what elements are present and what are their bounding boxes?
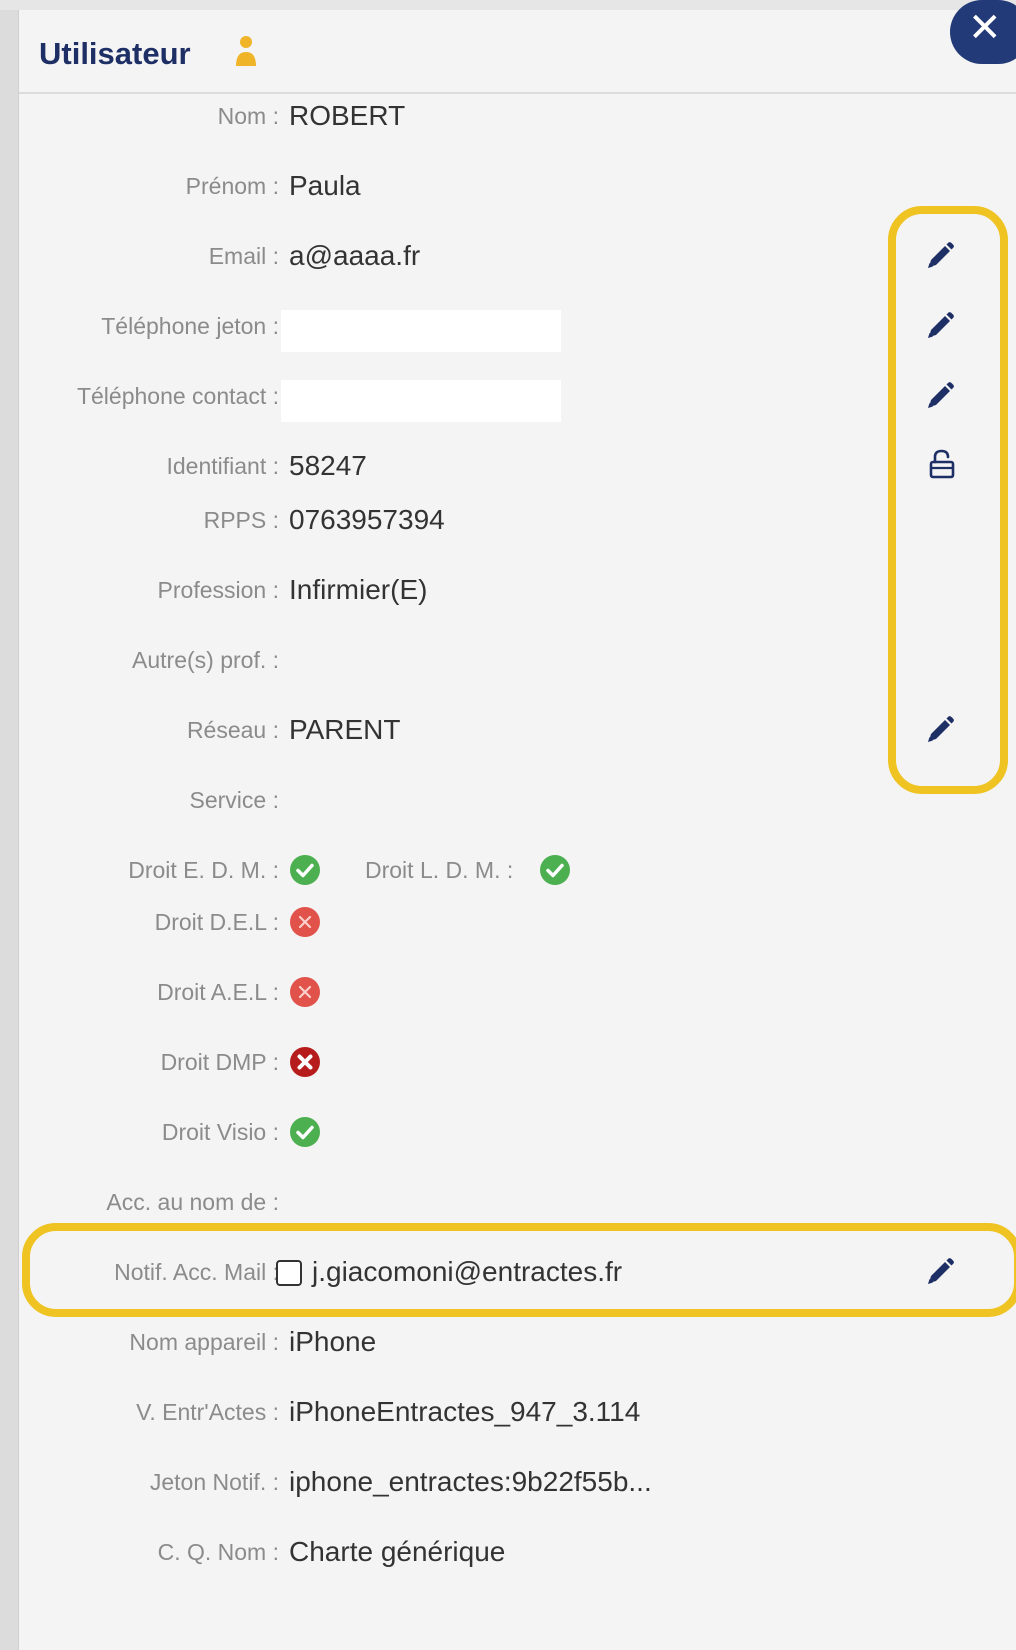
nom-appareil-value: iPhone (289, 1326, 377, 1357)
acc-nom-label: Acc. au nom de : (106, 1189, 279, 1215)
droit-ldm-label: Droit L. D. M. : (365, 857, 514, 883)
row-cq-nom: C. Q. Nom : Charte générique (19, 1532, 1016, 1572)
cross-icon (290, 1047, 320, 1077)
v-entractes-label: V. Entr'Actes : (136, 1399, 279, 1425)
prenom-value: Paula (289, 170, 361, 201)
row-identifiant: Identifiant : 58247 (19, 446, 1016, 486)
row-autres-prof: Autre(s) prof. : (19, 640, 1016, 680)
edit-email-pencil-icon[interactable] (924, 240, 956, 272)
rpps-label: RPPS : (203, 507, 279, 533)
edit-tel-jeton-pencil-icon[interactable] (924, 310, 956, 342)
reseau-value: PARENT (289, 714, 401, 745)
edit-reseau-pencil-icon[interactable] (924, 714, 956, 746)
droit-visio-label: Droit Visio : (161, 1119, 279, 1145)
droit-dmp-label: Droit DMP : (160, 1049, 279, 1075)
row-jeton-notif: Jeton Notif. : iphone_entractes:9b22f55b… (19, 1462, 1016, 1502)
row-tel-jeton: Téléphone jeton : (19, 306, 1016, 352)
nom-appareil-label: Nom appareil : (129, 1329, 279, 1355)
row-reseau: Réseau : PARENT (19, 710, 1016, 750)
tel-jeton-value (281, 310, 561, 352)
panel-title: Utilisateur (39, 36, 191, 71)
user-panel: Utilisateur Nom : ROBERT Prénom : Paula … (18, 10, 1016, 1650)
cross-icon (290, 907, 320, 937)
row-v-entractes: V. Entr'Actes : iPhoneEntractes_947_3.11… (19, 1392, 1016, 1432)
nom-label: Nom : (217, 103, 279, 129)
droit-edm-label: Droit E. D. M. : (128, 857, 279, 883)
cq-nom-value: Charte générique (289, 1536, 506, 1567)
row-nom: Nom : ROBERT (19, 96, 1016, 136)
row-email: Email : a@aaaa.fr (19, 236, 1016, 276)
row-prenom: Prénom : Paula (19, 166, 1016, 206)
row-droit-dmp: Droit DMP : (19, 1042, 1016, 1082)
highlight-notif-mail (22, 1223, 1016, 1317)
edit-tel-contact-pencil-icon[interactable] (924, 380, 956, 412)
identifiant-value: 58247 (289, 450, 367, 481)
row-tel-contact: Téléphone contact : (19, 376, 1016, 422)
unlock-icon[interactable] (926, 448, 958, 480)
profession-value: Infirmier(E) (289, 574, 428, 605)
check-icon (540, 855, 570, 885)
droit-ael-label: Droit A.E.L : (157, 979, 279, 1005)
reseau-label: Réseau : (186, 717, 279, 743)
cross-icon (290, 977, 320, 1007)
jeton-notif-value: iphone_entractes:9b22f55b... (289, 1466, 652, 1497)
row-acc-nom: Acc. au nom de : (19, 1182, 1016, 1222)
prenom-label: Prénom : (185, 173, 279, 199)
panel-header: Utilisateur (19, 10, 1016, 94)
top-strip (0, 0, 1016, 10)
v-entractes-value: iPhoneEntractes_947_3.114 (289, 1396, 641, 1427)
cq-nom-label: C. Q. Nom : (157, 1539, 279, 1565)
row-droit-visio: Droit Visio : (19, 1112, 1016, 1152)
row-rpps: RPPS : 0763957394 (19, 500, 1016, 540)
tel-contact-label: Téléphone contact : (76, 383, 279, 409)
check-icon (290, 1117, 320, 1147)
edit-notif-mail-pencil-icon[interactable] (924, 1256, 956, 1288)
autres-prof-label: Autre(s) prof. : (132, 647, 279, 673)
email-value: a@aaaa.fr (289, 240, 421, 271)
row-profession: Profession : Infirmier(E) (19, 570, 1016, 610)
rpps-value: 0763957394 (289, 504, 445, 535)
highlight-edit-actions (888, 206, 1008, 794)
check-icon (290, 855, 320, 885)
droit-del-label: Droit D.E.L : (154, 909, 279, 935)
email-label: Email : (208, 243, 279, 269)
row-droit-ael: Droit A.E.L : (19, 972, 1016, 1012)
nom-value: ROBERT (289, 100, 406, 131)
user-icon (236, 36, 256, 66)
row-service: Service : (19, 780, 1016, 820)
row-nom-appareil: Nom appareil : iPhone (19, 1322, 1016, 1362)
tel-contact-value (281, 380, 561, 422)
identifiant-label: Identifiant : (166, 453, 279, 479)
profession-label: Profession : (157, 577, 279, 603)
close-button[interactable]: ✕ (950, 0, 1016, 64)
tel-jeton-label: Téléphone jeton : (101, 313, 279, 339)
service-label: Service : (189, 787, 279, 813)
row-droit-del: Droit D.E.L : (19, 902, 1016, 942)
row-droit-edm: Droit E. D. M. : Droit L. D. M. : (19, 850, 1016, 890)
jeton-notif-label: Jeton Notif. : (149, 1469, 279, 1495)
